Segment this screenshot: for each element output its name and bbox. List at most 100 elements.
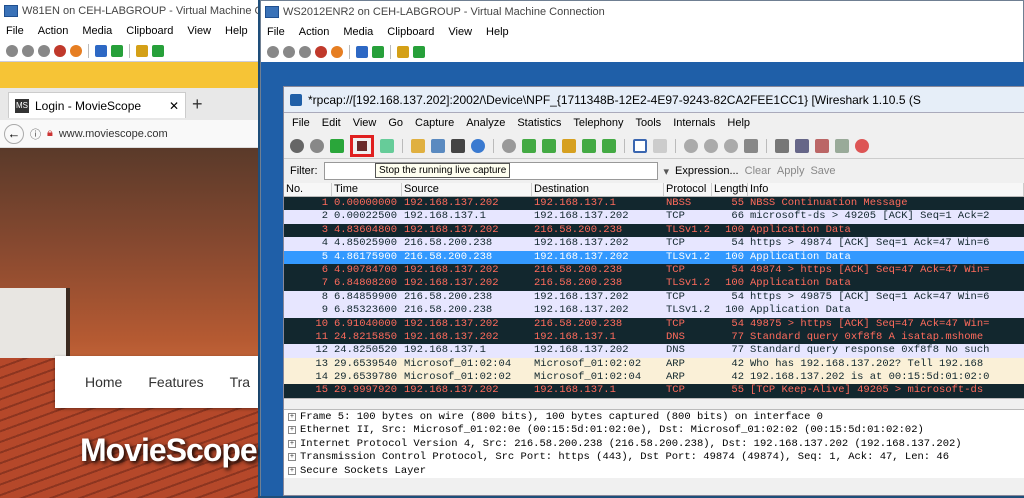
display-filters-icon[interactable] [795,138,809,153]
checkpoint-icon[interactable] [136,44,148,57]
first-packet-icon[interactable] [582,138,596,153]
expression-button[interactable]: Expression... [675,165,739,177]
table-row[interactable]: 9 6.85323600 216.58.200.238 192.168.137.202… [284,304,1024,318]
table-row[interactable]: 4 4.85025900 216.58.200.238 192.168.137.202… [284,237,1024,251]
resize-columns-icon[interactable] [744,138,758,153]
table-row[interactable]: 3 4.83604800 192.168.137.202 216.58.200.238… [284,223,1024,238]
table-row[interactable]: 2 0.00022500 192.168.137.1 192.168.137.202 T… [284,210,1024,224]
open-file-icon[interactable] [411,138,425,153]
table-row[interactable]: 10 6.91040000 192.168.137.202 216.58.200.23… [284,317,1024,331]
table-row[interactable]: 15 29.9997920 192.168.137.202 192.168.137.1… [284,384,1024,398]
col-length[interactable]: Length [712,183,748,196]
table-row[interactable]: 7 6.84808200 192.168.137.202 216.58.200.238… [284,277,1024,291]
detail-line[interactable]: + Secure Sockets Layer [284,464,1024,478]
table-row[interactable]: 14 29.6539780 Microsof_01:02:02 Microsof_01… [284,371,1024,385]
last-packet-icon[interactable] [602,138,616,153]
url-bar[interactable]: www.moviescope.com [59,128,168,140]
vm1-menu-view[interactable]: View [187,25,211,37]
expand-icon[interactable]: + [288,467,296,476]
start-icon[interactable] [22,44,34,57]
shutdown-icon[interactable] [315,45,327,58]
table-row[interactable]: 8 6.84859900 216.58.200.238 192.168.137.202… [284,290,1024,305]
vm1-menu-clipboard[interactable]: Clipboard [126,25,173,37]
ws-menu-statistics[interactable]: Statistics [517,117,561,129]
table-row[interactable]: 6 4.90784700 192.168.137.202 216.58.200.238… [284,263,1024,278]
apply-button[interactable]: Apply [777,165,805,177]
resume-icon[interactable] [372,45,384,58]
expand-icon[interactable]: + [288,439,296,448]
pause-icon[interactable] [356,45,368,58]
vm1-menu-help[interactable]: Help [225,25,248,37]
ws-menu-telephony[interactable]: Telephony [573,117,623,129]
nav-features[interactable]: Features [148,374,203,390]
zoom-in-icon[interactable] [684,138,698,153]
colorize-icon[interactable] [633,138,647,153]
col-destination[interactable]: Destination [532,183,664,196]
power-icon[interactable] [331,45,343,58]
detail-line[interactable]: + Frame 5: 100 bytes on wire (800 bits), … [284,410,1024,424]
normal-size-icon[interactable] [724,138,738,153]
col-no[interactable]: No. [284,183,332,196]
ws-menu-view[interactable]: View [353,117,377,129]
ws-menu-analyze[interactable]: Analyze [466,117,505,129]
find-packet-icon[interactable] [502,138,516,153]
preferences-icon[interactable] [835,138,849,153]
reload-icon[interactable] [471,138,485,153]
zoom-out-icon[interactable] [704,138,718,153]
restart-capture-icon[interactable] [380,138,394,153]
info-icon[interactable]: ⓘ [30,126,41,142]
go-back-icon[interactable] [522,138,536,153]
revert-icon[interactable] [413,45,425,58]
vm1-menu-action[interactable]: Action [38,25,69,37]
col-protocol[interactable]: Protocol [664,183,712,196]
save-button[interactable]: Save [810,165,835,177]
revert-icon[interactable] [152,44,164,57]
auto-scroll-icon[interactable] [653,138,667,153]
expand-icon[interactable]: + [288,412,296,421]
go-to-packet-icon[interactable] [562,138,576,153]
col-info[interactable]: Info [748,183,1024,196]
detail-line[interactable]: + Transmission Control Protocol, Src Port… [284,451,1024,465]
detail-line[interactable]: + Ethernet II, Src: Microsof_01:02:0e (00… [284,423,1024,437]
vm2-menu-help[interactable]: Help [486,26,509,38]
power-icon[interactable] [70,44,82,57]
ws-menu-capture[interactable]: Capture [415,117,454,129]
vm2-menu-view[interactable]: View [448,26,472,38]
expand-icon[interactable]: + [288,426,296,435]
close-tab-icon[interactable]: ✕ [169,99,179,113]
shutdown-icon[interactable] [54,44,66,57]
browser-tab[interactable]: MS Login - MovieScope ✕ [8,92,186,118]
interfaces-icon[interactable] [290,138,304,153]
vm2-menu-clipboard[interactable]: Clipboard [387,26,434,38]
coloring-rules-icon[interactable] [815,138,829,153]
checkpoint-icon[interactable] [397,45,409,58]
detail-line[interactable]: + Internet Protocol Version 4, Src: 216.5… [284,437,1024,451]
filter-dropdown-icon[interactable]: ▾ [664,165,670,178]
capture-filters-icon[interactable] [775,138,789,153]
help-icon[interactable] [855,138,869,153]
table-row[interactable]: 1 0.00000000 192.168.137.202 192.168.137.1 N… [284,197,1024,211]
start-capture-icon[interactable] [330,138,344,153]
pane-splitter[interactable] [284,397,1024,410]
ws-menu-internals[interactable]: Internals [673,117,715,129]
turn-off-icon[interactable] [38,44,50,57]
pause-icon[interactable] [95,44,107,57]
vm1-menu-media[interactable]: Media [82,25,112,37]
ctrl-alt-del-icon[interactable] [6,44,18,57]
expand-icon[interactable]: + [288,453,296,462]
back-icon[interactable]: ← [4,123,24,144]
clear-button[interactable]: Clear [745,165,771,177]
close-file-icon[interactable] [451,138,465,153]
vm2-menu-file[interactable]: File [267,26,285,38]
save-file-icon[interactable] [431,138,445,153]
ws-menu-file[interactable]: File [292,117,310,129]
table-row[interactable]: 13 29.6539540 Microsof_01:02:04 Microsof_01… [284,357,1024,372]
options-icon[interactable] [310,138,324,153]
ws-menu-edit[interactable]: Edit [322,117,341,129]
ws-menu-help[interactable]: Help [727,117,750,129]
col-source[interactable]: Source [402,183,532,196]
nav-truncated[interactable]: Tra [230,374,250,390]
turn-off-icon[interactable] [299,45,311,58]
ctrl-alt-del-icon[interactable] [267,45,279,58]
nav-home[interactable]: Home [85,374,122,390]
